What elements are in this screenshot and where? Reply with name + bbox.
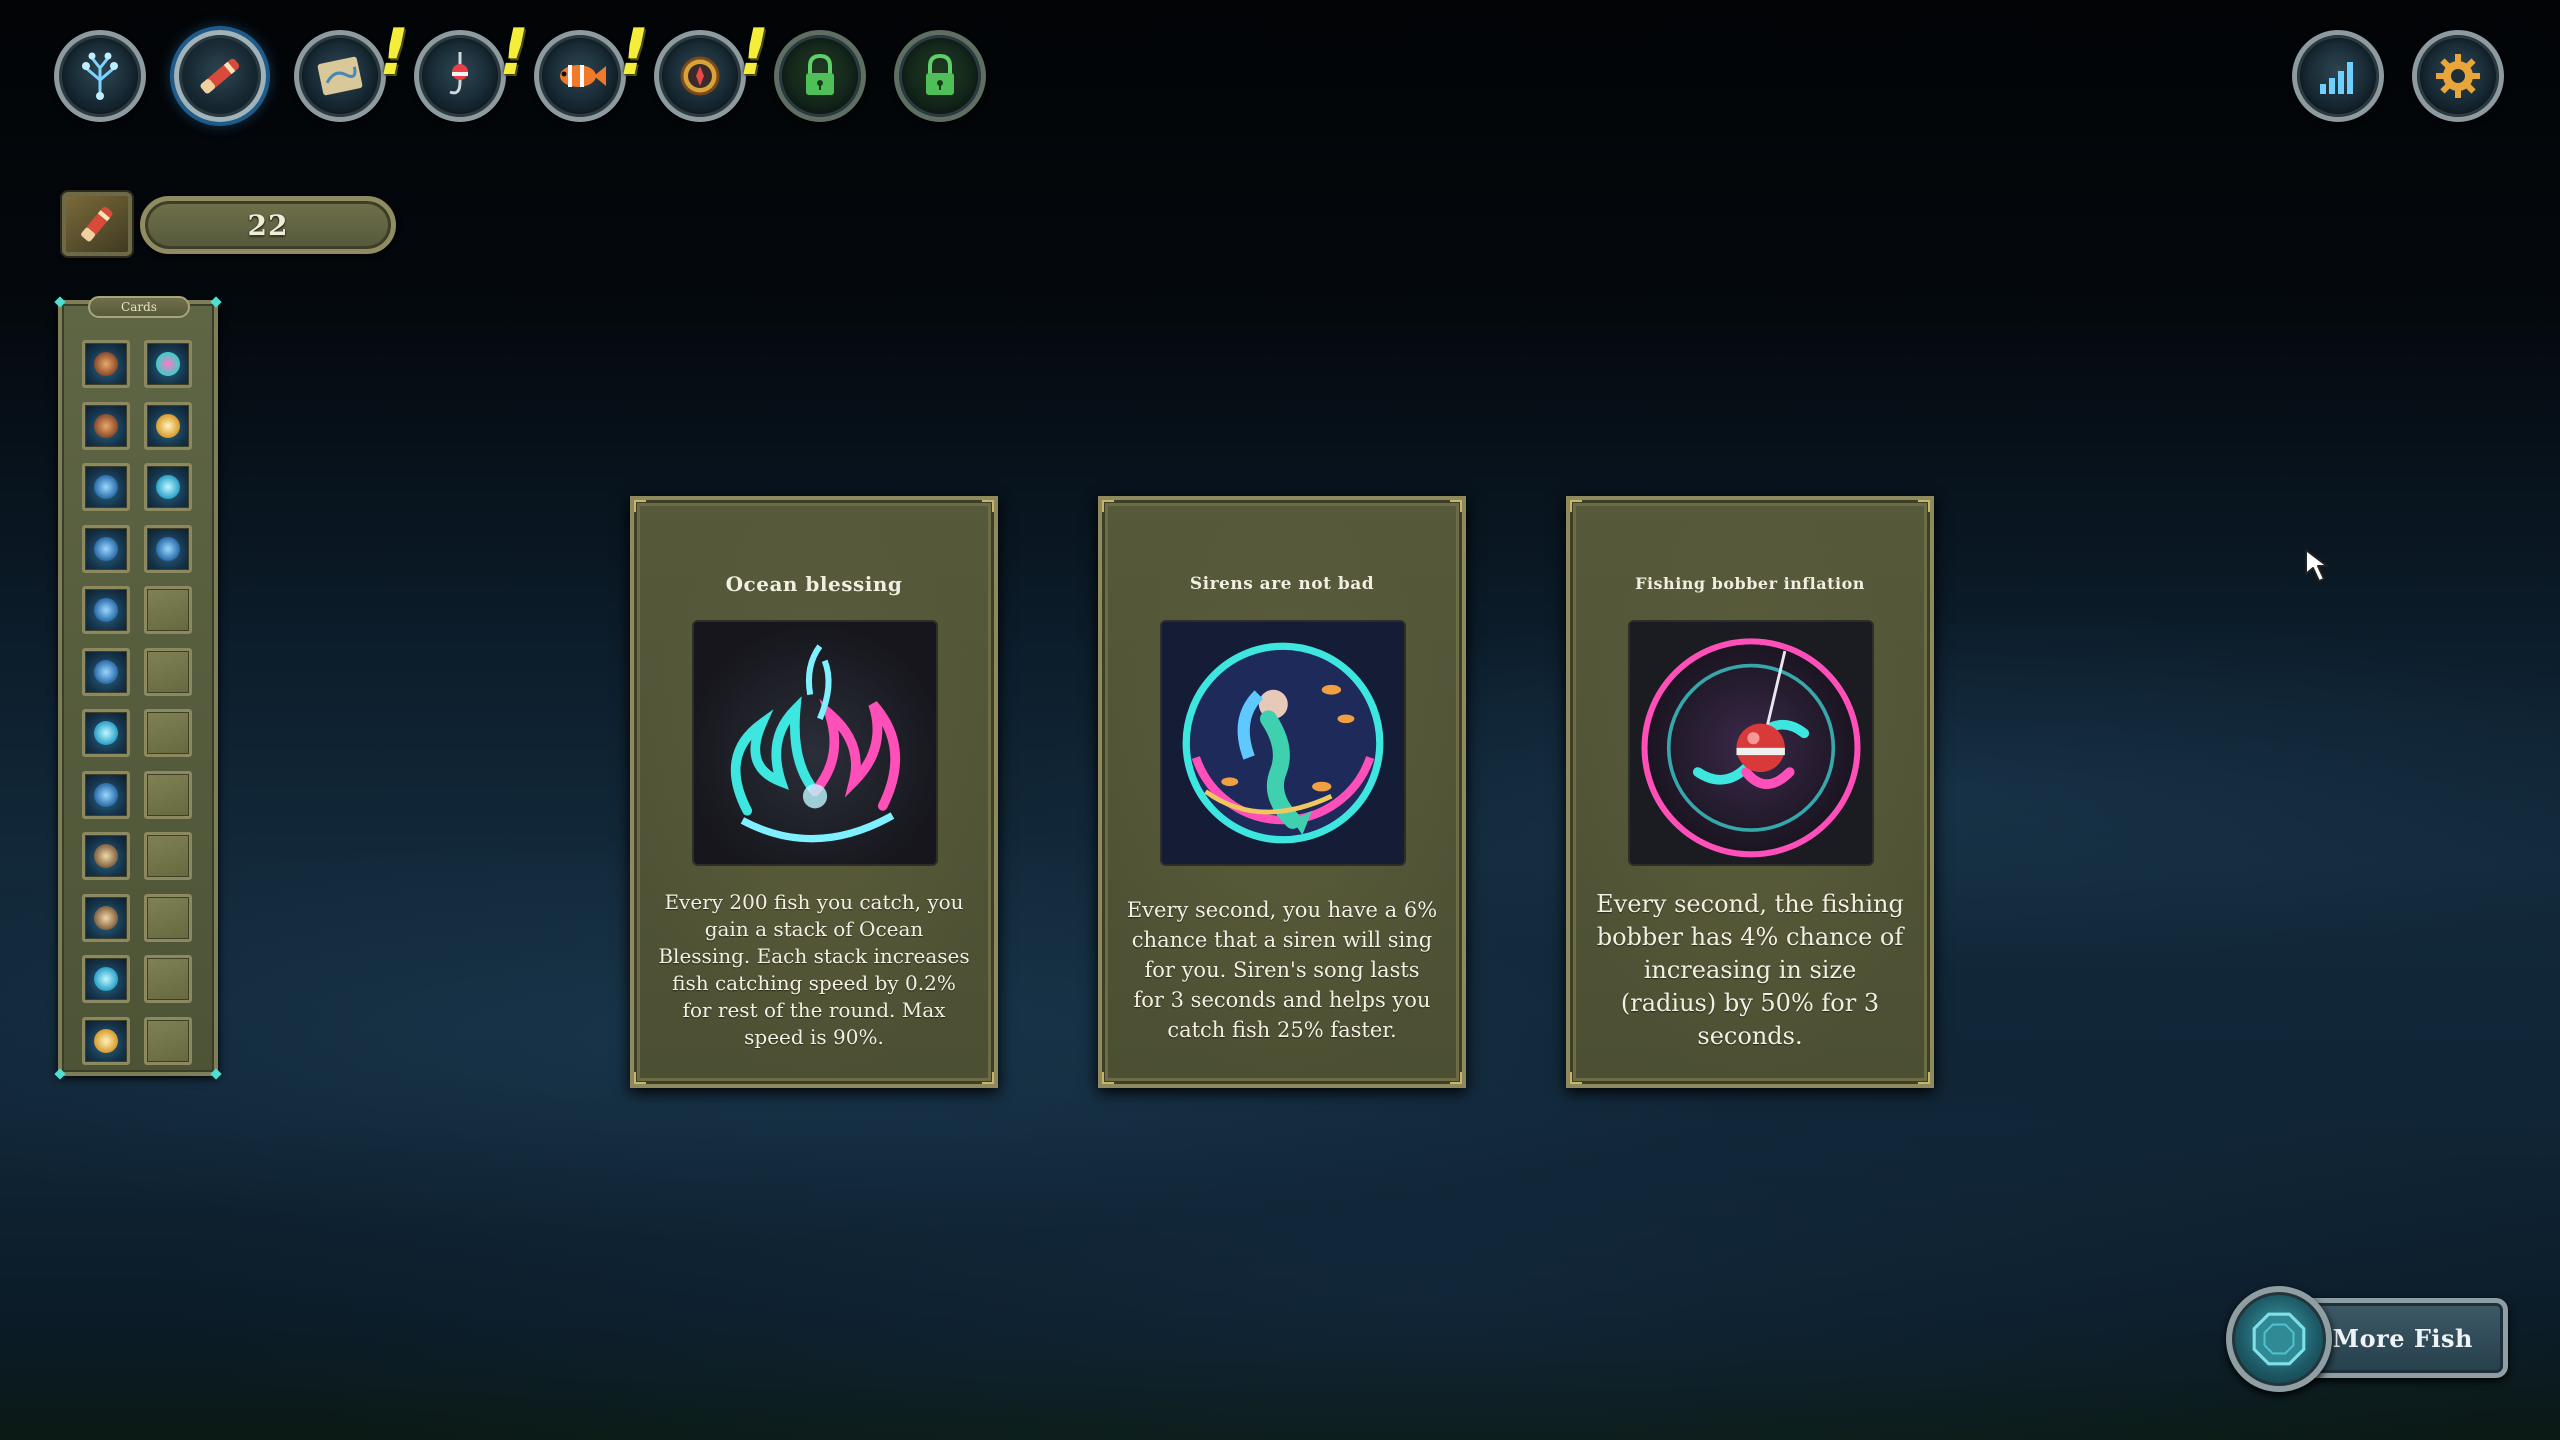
card-slot-filled[interactable] xyxy=(82,893,130,942)
card-slot-filled[interactable] xyxy=(82,1016,130,1065)
siren-art xyxy=(1162,622,1404,864)
card-slot-filled[interactable] xyxy=(82,524,130,573)
panel-corner xyxy=(210,1068,222,1080)
card-slot-filled[interactable] xyxy=(144,401,192,450)
currency-display: 22 xyxy=(62,192,396,258)
bobber-hook-icon xyxy=(449,52,468,95)
card-slot-filled[interactable] xyxy=(82,401,130,450)
card-slot-filled[interactable] xyxy=(82,709,130,757)
rod-currency-icon xyxy=(62,192,132,256)
card-slot-filled[interactable] xyxy=(82,770,130,819)
card-title: Ocean blessing xyxy=(725,572,903,596)
fish-collection-button[interactable]: ! xyxy=(534,16,656,122)
settings-button[interactable] xyxy=(2412,30,2504,122)
card-slot-filled[interactable] xyxy=(82,832,130,880)
panel-corner xyxy=(54,296,66,308)
card-slot-filled[interactable] xyxy=(144,340,192,388)
card-slot-empty[interactable] xyxy=(144,770,192,819)
card-slot-empty[interactable] xyxy=(144,586,192,634)
card-slot-filled[interactable] xyxy=(82,340,130,388)
more-fish-button[interactable]: More Fish xyxy=(2226,1286,2508,1392)
card-title: Sirens are not bad xyxy=(1189,574,1375,594)
mouse-cursor-icon xyxy=(2305,549,2328,582)
alert-marker: ! xyxy=(371,16,417,90)
map-button[interactable]: ! xyxy=(294,16,416,122)
octagon-orb-icon xyxy=(2226,1286,2332,1392)
card-description: Every second, the fishing bobber has 4% … xyxy=(1596,889,1904,1050)
card-slot-filled[interactable] xyxy=(82,463,130,511)
padlock-icon xyxy=(926,53,954,95)
skill-tree-icon xyxy=(82,52,118,100)
locked-button[interactable] xyxy=(774,30,866,122)
map-icon xyxy=(317,56,363,96)
card-slot-filled[interactable] xyxy=(144,524,192,573)
card-description: Every second, you have a 6% chance that … xyxy=(1126,898,1438,1042)
upgrade-card-sirens[interactable]: Sirens are not bad Every second, you hav… xyxy=(1098,496,1466,1088)
stats-icon xyxy=(2320,62,2353,94)
card-slots-grid xyxy=(82,340,192,1065)
cards-panel-title: Cards xyxy=(88,296,190,318)
panel-corner xyxy=(210,296,222,308)
alert-marker: ! xyxy=(611,16,657,90)
bobber-button[interactable]: ! xyxy=(414,16,536,122)
card-slot-empty[interactable] xyxy=(144,955,192,1003)
upgrade-card-ocean-blessing[interactable]: Ocean blessing Every 200 fish you catch,… xyxy=(630,496,998,1088)
cards-panel: Cards xyxy=(54,296,222,1080)
card-slot-filled[interactable] xyxy=(82,586,130,634)
skill-tree-button[interactable] xyxy=(54,30,146,122)
card-slot-empty[interactable] xyxy=(144,709,192,757)
card-slot-empty[interactable] xyxy=(144,1016,192,1065)
card-title: Fishing bobber inflation xyxy=(1635,574,1865,593)
panel-corner xyxy=(54,1068,66,1080)
gear-icon xyxy=(2436,54,2480,98)
bobber-inflation-art xyxy=(1630,622,1872,864)
clownfish-icon xyxy=(560,65,606,87)
card-slot-empty[interactable] xyxy=(144,832,192,880)
currency-value: 22 xyxy=(140,196,396,254)
upgrade-card-bobber-inflation[interactable]: Fishing bobber inflation Every second, t… xyxy=(1566,496,1934,1088)
card-description: Every 200 fish you catch, you gain a sta… xyxy=(658,890,970,1049)
card-slot-filled[interactable] xyxy=(144,463,192,511)
card-slot-filled[interactable] xyxy=(82,647,130,696)
compass-icon xyxy=(680,56,720,96)
card-slot-filled[interactable] xyxy=(82,955,130,1003)
ocean-blessing-art xyxy=(694,622,936,864)
card-slot-empty[interactable] xyxy=(144,893,192,942)
locked-button[interactable] xyxy=(894,30,986,122)
rod-upgrades-button[interactable] xyxy=(174,30,266,122)
stats-button[interactable] xyxy=(2292,30,2384,122)
compass-button[interactable]: ! xyxy=(654,16,776,122)
rod-icon xyxy=(200,58,240,94)
alert-marker: ! xyxy=(731,16,777,90)
alert-marker: ! xyxy=(491,16,537,90)
card-slot-empty[interactable] xyxy=(144,647,192,696)
padlock-icon xyxy=(806,53,834,95)
